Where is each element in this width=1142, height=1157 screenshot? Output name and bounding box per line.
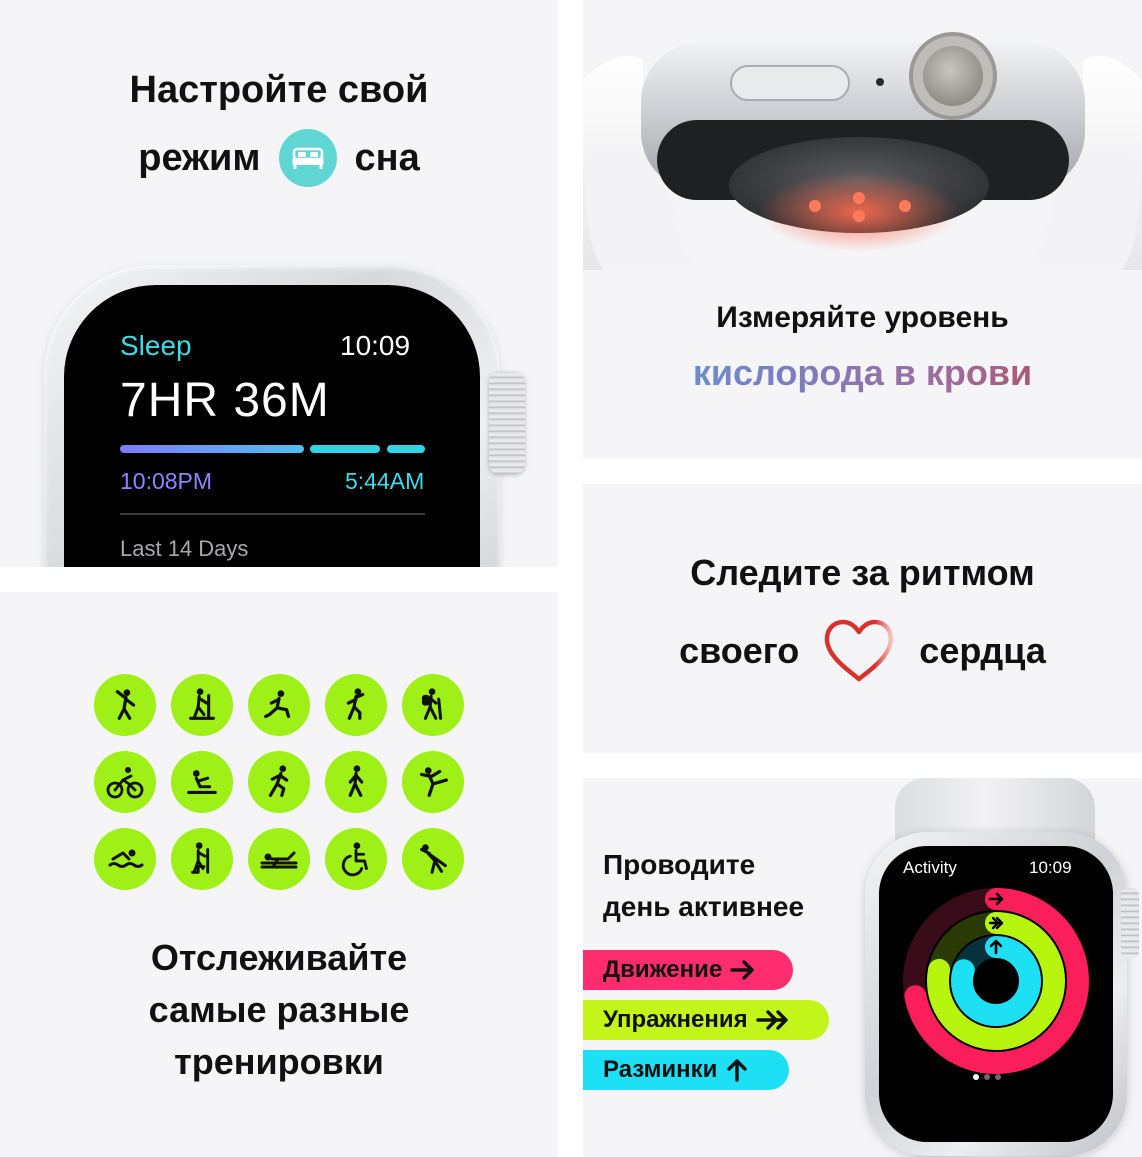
yoga-icon	[402, 751, 464, 813]
page-indicator	[973, 1074, 1001, 1080]
activity-headline-line1: Проводите	[603, 849, 756, 880]
arrow-up-icon	[725, 1058, 749, 1082]
pill-exercise-label: Упражнения	[603, 1006, 748, 1033]
hiit-icon	[325, 674, 387, 736]
activity-headline: Проводите день активнее	[603, 844, 804, 928]
pill-exercise: Упражнения	[583, 1000, 829, 1040]
heart-headline-word2: сердца	[919, 630, 1046, 671]
page-dot	[973, 1074, 979, 1080]
digital-crown	[489, 372, 525, 474]
heart-headline-word1: своего	[679, 630, 800, 671]
double-arrow-right-icon	[755, 1009, 790, 1031]
pill-stand-label: Разминки	[603, 1056, 718, 1083]
workouts-headline-line2: самые разные	[148, 989, 410, 1030]
activity-headline-line2: день активнее	[603, 891, 805, 922]
stretching-icon	[248, 674, 310, 736]
elliptical-icon	[171, 674, 233, 736]
oxygen-headline-line2: кислорода в крови	[583, 350, 1142, 396]
watch-underside-illustration	[583, 32, 1142, 270]
digital-crown	[1121, 888, 1139, 958]
pilates-icon	[248, 828, 310, 890]
pill-stand: Разминки	[583, 1050, 789, 1090]
sleep-end-time: 5:44AM	[345, 468, 425, 494]
divider	[120, 513, 425, 515]
heart-icon	[821, 617, 897, 685]
page-dot	[995, 1074, 1001, 1080]
heart-headline-line2: своего сердца	[583, 617, 1142, 685]
rowing-icon	[171, 751, 233, 813]
walking-icon	[325, 751, 387, 813]
activity-app-title: Activity	[903, 858, 957, 877]
activity-rings	[903, 888, 1089, 1074]
sleep-bar-segment	[387, 445, 425, 453]
sleep-app-title: Sleep	[120, 330, 192, 361]
oxygen-headline-line1: Измеряйте уровень	[716, 301, 1009, 334]
page-dot	[984, 1074, 990, 1080]
workouts-headline-line1: Отслеживайте	[150, 937, 408, 978]
watch-clock: 10:09	[340, 330, 411, 361]
running-icon	[248, 751, 310, 813]
arrow-right-icon	[730, 959, 756, 981]
workouts-headline-line3: тренировки	[174, 1041, 384, 1082]
activity-feature-panel: Проводите день активнее Движение Упражне…	[583, 778, 1142, 1157]
pill-move: Движение	[583, 950, 793, 990]
pill-move-label: Движение	[603, 956, 723, 983]
sleep-headline-word1: режим	[138, 137, 261, 179]
sleep-headline-word2: сна	[354, 137, 420, 179]
dance-icon	[94, 674, 156, 736]
sleep-headline-line2: режим сна	[0, 124, 558, 192]
watch-clock: 10:09	[1029, 858, 1072, 877]
workouts-feature-panel: Отслеживайте самые разные тренировки	[0, 592, 558, 1157]
sleep-bar-segment	[120, 445, 304, 453]
sleep-headline-line1: Настройте свой	[129, 69, 429, 111]
cooldown-icon	[402, 828, 464, 890]
sleep-feature-panel: Настройте свой режим сна Sleep 10:09 7HR…	[0, 0, 558, 567]
sleep-duration: 7HR 36M	[120, 374, 330, 427]
workouts-headline: Отслеживайте самые разные тренировки	[0, 932, 558, 1088]
swimming-icon	[94, 828, 156, 890]
sleep-bar-segment	[310, 445, 380, 453]
heart-rate-feature-panel: Следите за ритмом своего сердца	[583, 484, 1142, 753]
sleep-caption: Last 14 Days	[120, 536, 249, 561]
sleep-start-time: 10:08PM	[120, 468, 213, 494]
heart-headline-line1: Следите за ритмом	[690, 552, 1035, 593]
stair-stepper-icon	[171, 828, 233, 890]
cycling-icon	[94, 751, 156, 813]
blood-oxygen-feature-panel: Измеряйте уровень кислорода в крови	[583, 0, 1142, 459]
bed-icon	[278, 129, 337, 187]
wheelchair-icon	[325, 828, 387, 890]
hiking-icon	[402, 674, 464, 736]
